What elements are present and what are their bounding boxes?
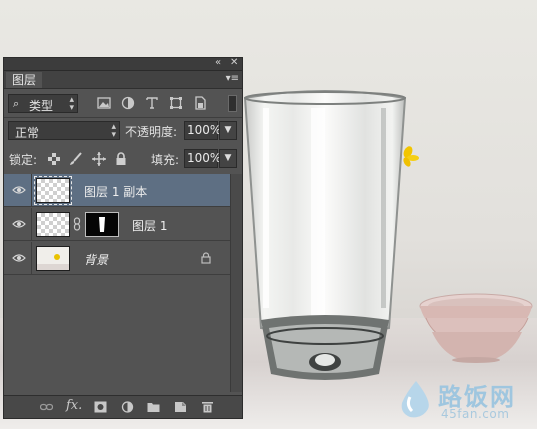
delete-layer-icon[interactable] [201,401,214,413]
layers-panel: « ✕ 图层 ▾≡ ⌕ 类型 ▴ ▾ 正常 ▴ ▾ 不透明度: 100% ▼ 锁… [3,57,243,419]
panel-tab-bar: 图层 ▾≡ [4,71,242,89]
updown-arrow-icon: ▴ ▾ [69,95,74,113]
opacity-dropdown-arrow-icon[interactable]: ▼ [219,121,237,140]
blend-row: 正常 ▴ ▾ 不透明度: 100% ▼ [4,119,242,143]
lock-row: 锁定: 填充: 100% ▼ [4,147,242,171]
layer-name[interactable]: 背景 [84,251,108,268]
layer-thumbnail[interactable] [34,176,72,205]
layer-name[interactable]: 图层 1 [132,217,167,234]
fx-icon[interactable]: fx. [66,398,82,413]
add-mask-icon[interactable] [94,401,107,413]
layer-row-1[interactable]: 图层 1 [4,208,230,241]
new-group-icon[interactable] [147,401,160,413]
lock-transparent-icon[interactable] [47,152,61,166]
shape-filter-icon[interactable] [169,96,183,110]
link-layers-icon[interactable] [40,401,53,413]
mask-link-icon[interactable] [73,217,81,231]
lock-all-icon[interactable] [114,152,128,166]
filter-row: ⌕ 类型 ▴ ▾ [4,92,242,116]
image-filter-icon[interactable] [97,96,111,110]
layer-thumbnail[interactable] [36,212,70,237]
layer-name[interactable]: 图层 1 副本 [84,183,147,200]
glass-mask-shape [99,217,105,232]
layer-mask-thumbnail[interactable] [85,212,119,237]
adjustment-filter-icon[interactable] [121,96,135,110]
updown-arrow-icon: ▴ ▾ [111,122,116,140]
blend-mode-value: 正常 [15,126,40,140]
layer-row-copy[interactable]: 图层 1 副本 [4,174,230,207]
panel-menu-icon[interactable]: ▾≡ [226,73,239,85]
eye-icon [12,186,26,194]
layer-filter-select[interactable]: ⌕ 类型 ▴ ▾ [8,94,78,113]
double-chevron-icon[interactable]: « [215,57,221,69]
layer-list: 图层 1 副本 图层 1 背景 [4,174,230,276]
adjustment-layer-icon[interactable] [121,401,134,413]
opacity-input[interactable]: 100% [184,121,221,140]
text-filter-icon[interactable] [145,96,159,110]
panel-bottom-bar: fx. [4,395,242,418]
lock-label: 锁定: [9,153,38,167]
eye-icon [12,220,26,228]
site-watermark: 路饭网 45fan.com [398,377,534,425]
panel-title-bar[interactable]: « ✕ [4,57,242,71]
visibility-toggle[interactable] [4,242,32,275]
new-layer-icon[interactable] [174,401,187,413]
fill-dropdown-arrow-icon[interactable]: ▼ [219,149,237,168]
filter-toggle-switch[interactable] [228,95,237,112]
pink-bowls [419,293,533,363]
eye-icon [12,254,26,262]
opacity-label: 不透明度: [125,125,178,139]
blend-mode-select[interactable]: 正常 ▴ ▾ [8,121,120,140]
smart-object-filter-icon[interactable] [193,96,207,110]
layer-thumbnail[interactable] [36,246,70,271]
tab-layers[interactable]: 图层 [6,72,42,88]
visibility-toggle[interactable] [4,208,32,241]
drinking-glass [243,90,407,380]
water-drop-logo-icon [401,381,429,418]
filter-type-label: 类型 [29,99,54,113]
fill-label: 填充: [151,153,180,167]
divider [4,117,242,118]
layer-list-scrollbar[interactable] [230,174,242,392]
fill-input[interactable]: 100% [184,149,221,168]
lock-pixels-icon[interactable] [69,152,83,166]
watermark-subtitle: 45fan.com [441,407,510,421]
visibility-toggle[interactable] [4,174,32,207]
lock-position-icon[interactable] [92,152,106,166]
layer-lock-icon [201,252,211,264]
search-icon: ⌕ [13,97,20,110]
layer-row-background[interactable]: 背景 [4,242,230,275]
background-thumbnail-image [37,254,69,270]
close-icon[interactable]: ✕ [230,57,238,69]
